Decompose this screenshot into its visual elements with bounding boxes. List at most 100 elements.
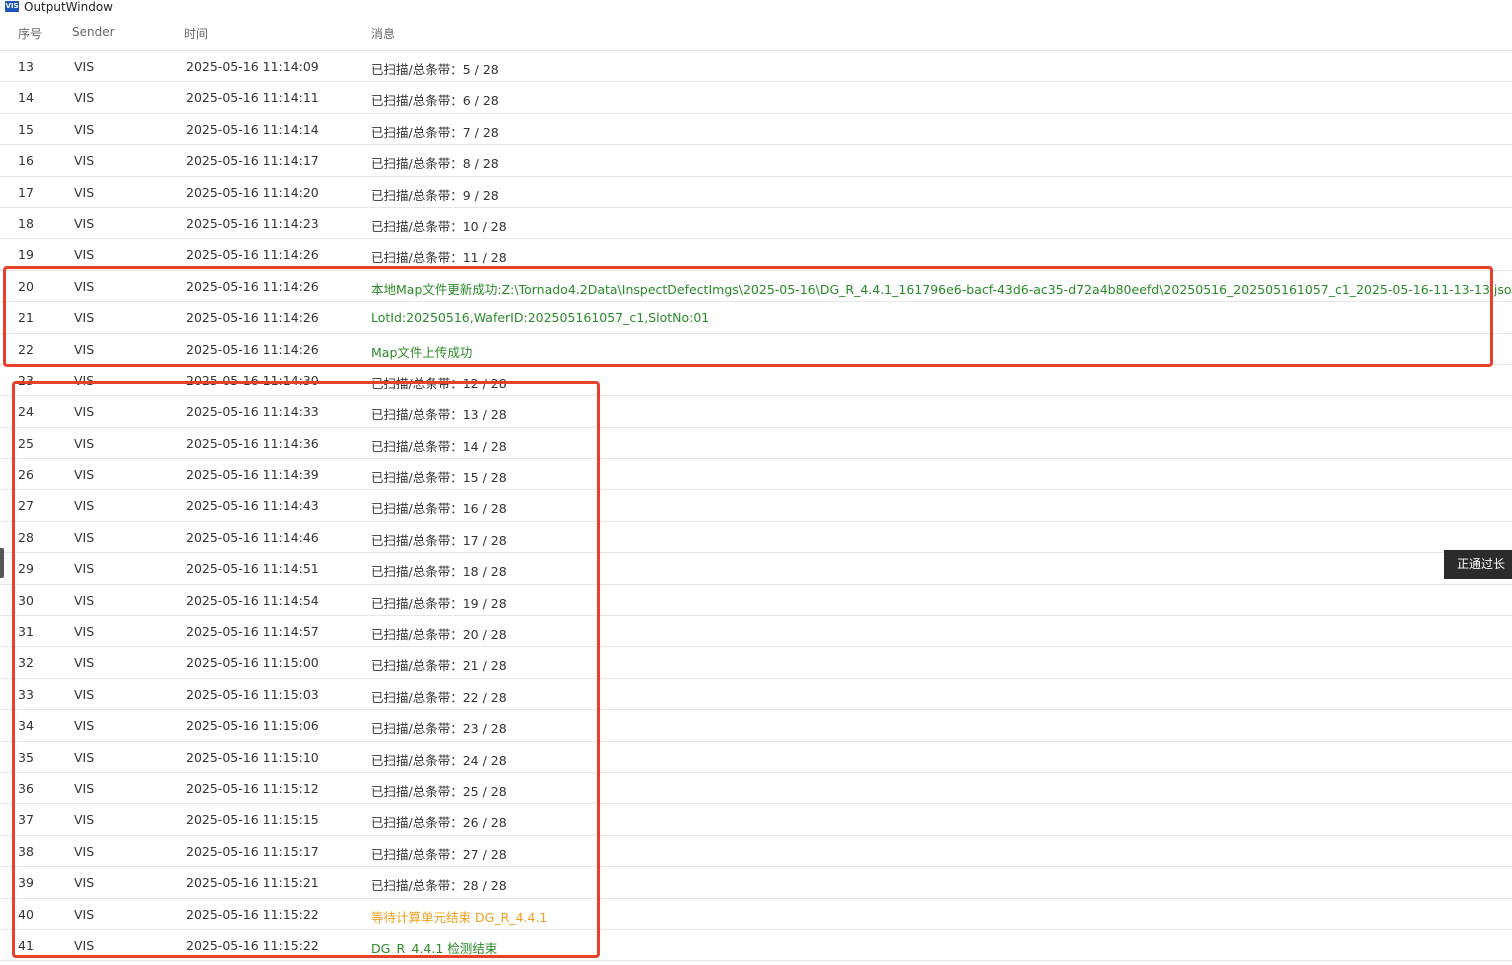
row-time: 2025-05-16 11:14:20 — [186, 184, 319, 200]
table-row[interactable]: 40 VIS 2025-05-16 11:15:22 等待计算单元结束 DG_R_4.… — [0, 899, 1512, 930]
window-title: OutputWindow — [24, 0, 113, 14]
table-row[interactable]: 38 VIS 2025-05-16 11:15:17 已扫描/总条带：27 / 28 — [0, 836, 1512, 868]
table-row[interactable]: 24 VIS 2025-05-16 11:14:33 已扫描/总条带：13 / 28 — [0, 396, 1512, 428]
row-num: 13 — [18, 59, 34, 74]
row-num: 40 — [18, 906, 34, 922]
table-row[interactable]: 36 VIS 2025-05-16 11:15:12 已扫描/总条带：25 / 28 — [0, 773, 1512, 805]
table-row[interactable]: 28 VIS 2025-05-16 11:14:46 已扫描/总条带：17 / 28 — [0, 522, 1512, 554]
row-num: 41 — [18, 937, 34, 953]
table-row[interactable]: 15 VIS 2025-05-16 11:14:14 已扫描/总条带：7 / 28 — [0, 114, 1512, 146]
row-sender: VIS — [74, 529, 95, 545]
table-row[interactable]: 30 VIS 2025-05-16 11:14:54 已扫描/总条带：19 / 28 — [0, 585, 1512, 617]
row-time: 2025-05-16 11:14:43 — [186, 498, 319, 514]
row-num: 32 — [18, 655, 34, 671]
row-message: 已扫描/总条带：11 / 28 — [371, 250, 507, 266]
table-row[interactable]: 14 VIS 2025-05-16 11:14:11 已扫描/总条带：6 / 28 — [0, 82, 1512, 114]
row-message: 已扫描/总条带：8 / 28 — [371, 156, 499, 172]
window-titlebar: VIS OutputWindow — [0, 0, 1512, 14]
table-row[interactable]: 39 VIS 2025-05-16 11:15:21 已扫描/总条带：28 / 28 — [0, 867, 1512, 899]
row-message: 已扫描/总条带：20 / 28 — [371, 627, 507, 643]
row-time: 2025-05-16 11:14:17 — [186, 153, 319, 169]
row-message: 已扫描/总条带：7 / 28 — [371, 124, 499, 140]
column-header-sender[interactable]: Sender — [72, 25, 115, 39]
column-header-message[interactable]: 消息 — [371, 25, 395, 42]
row-sender: VIS — [74, 812, 95, 828]
table-row[interactable]: 23 VIS 2025-05-16 11:14:30 已扫描/总条带：12 / 28 — [0, 365, 1512, 397]
row-time: 2025-05-16 11:14:33 — [186, 404, 319, 420]
row-sender: VIS — [74, 215, 95, 231]
table-row[interactable]: 37 VIS 2025-05-16 11:15:15 已扫描/总条带：26 / 28 — [0, 804, 1512, 836]
table-row[interactable]: 31 VIS 2025-05-16 11:14:57 已扫描/总条带：20 / 28 — [0, 616, 1512, 648]
row-message: 已扫描/总条带：5 / 28 — [371, 62, 499, 77]
row-time: 2025-05-16 11:15:22 — [186, 937, 319, 953]
row-sender: VIS — [74, 372, 95, 388]
row-message: 已扫描/总条带：13 / 28 — [371, 407, 507, 423]
column-header-time[interactable]: 时间 — [184, 25, 208, 42]
row-message: DG_R_4.4.1 检测结束 — [371, 940, 498, 956]
row-message: 已扫描/总条带：26 / 28 — [371, 815, 507, 831]
column-header-num[interactable]: 序号 — [18, 25, 42, 42]
table-row[interactable]: 16 VIS 2025-05-16 11:14:17 已扫描/总条带：8 / 28 — [0, 145, 1512, 177]
row-num: 29 — [18, 561, 34, 577]
log-table-body: 13 VIS 2025-05-16 11:14:09 已扫描/总条带：5 / 28 14… — [0, 51, 1512, 962]
row-time: 2025-05-16 11:14:51 — [186, 561, 319, 577]
table-row[interactable]: 35 VIS 2025-05-16 11:15:10 已扫描/总条带：24 / 28 — [0, 742, 1512, 773]
row-sender: VIS — [74, 247, 95, 263]
table-row[interactable]: 18 VIS 2025-05-16 11:14:23 已扫描/总条带：10 / 28 — [0, 208, 1512, 240]
row-message: 已扫描/总条带：25 / 28 — [371, 783, 507, 799]
table-row[interactable]: 27 VIS 2025-05-16 11:14:43 已扫描/总条带：16 / 28 — [0, 490, 1512, 522]
row-sender: VIS — [74, 561, 95, 577]
row-message: 已扫描/总条带：24 / 28 — [371, 752, 507, 768]
table-row[interactable]: 32 VIS 2025-05-16 11:15:00 已扫描/总条带：21 / 28 — [0, 647, 1512, 679]
app-icon: VIS — [5, 1, 19, 12]
row-num: 19 — [18, 247, 34, 263]
row-message: 已扫描/总条带：14 / 28 — [371, 438, 507, 454]
row-sender: VIS — [74, 937, 95, 953]
table-row[interactable]: 29 VIS 2025-05-16 11:14:51 已扫描/总条带：18 / 28 — [0, 553, 1512, 585]
row-time: 2025-05-16 11:15:15 — [186, 812, 319, 828]
table-row[interactable]: 34 VIS 2025-05-16 11:15:06 已扫描/总条带：23 / 28 — [0, 710, 1512, 742]
row-sender: VIS — [74, 749, 95, 765]
row-sender: VIS — [74, 780, 95, 796]
row-time: 2025-05-16 11:14:11 — [186, 90, 319, 106]
row-sender: VIS — [74, 435, 95, 451]
table-row[interactable]: 19 VIS 2025-05-16 11:14:26 已扫描/总条带：11 / 28 — [0, 239, 1512, 271]
row-sender: VIS — [74, 906, 95, 922]
table-row[interactable]: 25 VIS 2025-05-16 11:14:36 已扫描/总条带：14 / 28 — [0, 428, 1512, 460]
row-num: 14 — [18, 90, 34, 106]
tooltip: 正通过长 — [1444, 550, 1512, 579]
table-row[interactable]: 21 VIS 2025-05-16 11:14:26 LotId:20250516,W… — [0, 302, 1512, 334]
row-num: 38 — [18, 843, 34, 859]
table-row[interactable]: 20 VIS 2025-05-16 11:14:26 本地Map文件更新成功:Z:\T… — [0, 271, 1512, 303]
row-time: 2025-05-16 11:15:00 — [186, 655, 319, 671]
row-num: 28 — [18, 529, 34, 545]
row-message: 等待计算单元结束 DG_R_4.4.1 — [371, 909, 548, 925]
row-time: 2025-05-16 11:14:26 — [186, 278, 319, 294]
row-num: 33 — [18, 686, 34, 702]
row-num: 39 — [18, 875, 34, 891]
row-message: 已扫描/总条带：6 / 28 — [371, 93, 499, 109]
row-num: 22 — [18, 341, 34, 357]
row-num: 26 — [18, 467, 34, 483]
table-row[interactable]: 26 VIS 2025-05-16 11:14:39 已扫描/总条带：15 / 28 — [0, 459, 1512, 491]
row-sender: VIS — [74, 718, 95, 734]
row-num: 15 — [18, 121, 34, 137]
row-num: 21 — [18, 310, 34, 326]
table-row[interactable]: 41 VIS 2025-05-16 11:15:22 DG_R_4.4.1 检测结束 — [0, 930, 1512, 962]
row-num: 34 — [18, 718, 34, 734]
row-num: 36 — [18, 780, 34, 796]
row-time: 2025-05-16 11:14:46 — [186, 529, 319, 545]
row-time: 2025-05-16 11:14:54 — [186, 592, 319, 608]
table-row[interactable]: 33 VIS 2025-05-16 11:15:03 已扫描/总条带：22 / 28 — [0, 679, 1512, 711]
table-row[interactable]: 17 VIS 2025-05-16 11:14:20 已扫描/总条带：9 / 28 — [0, 177, 1512, 208]
table-row[interactable]: 13 VIS 2025-05-16 11:14:09 已扫描/总条带：5 / 28 — [0, 51, 1512, 83]
row-time: 2025-05-16 11:14:30 — [186, 372, 319, 388]
row-time: 2025-05-16 11:14:57 — [186, 624, 319, 640]
side-panel-handle[interactable] — [0, 548, 4, 578]
row-message: 已扫描/总条带：22 / 28 — [371, 689, 507, 705]
table-row[interactable]: 22 VIS 2025-05-16 11:14:26 Map文件上传成功 — [0, 334, 1512, 365]
row-num: 30 — [18, 592, 34, 608]
row-time: 2025-05-16 11:15:12 — [186, 780, 319, 796]
row-sender: VIS — [74, 498, 95, 514]
row-num: 20 — [18, 278, 34, 294]
